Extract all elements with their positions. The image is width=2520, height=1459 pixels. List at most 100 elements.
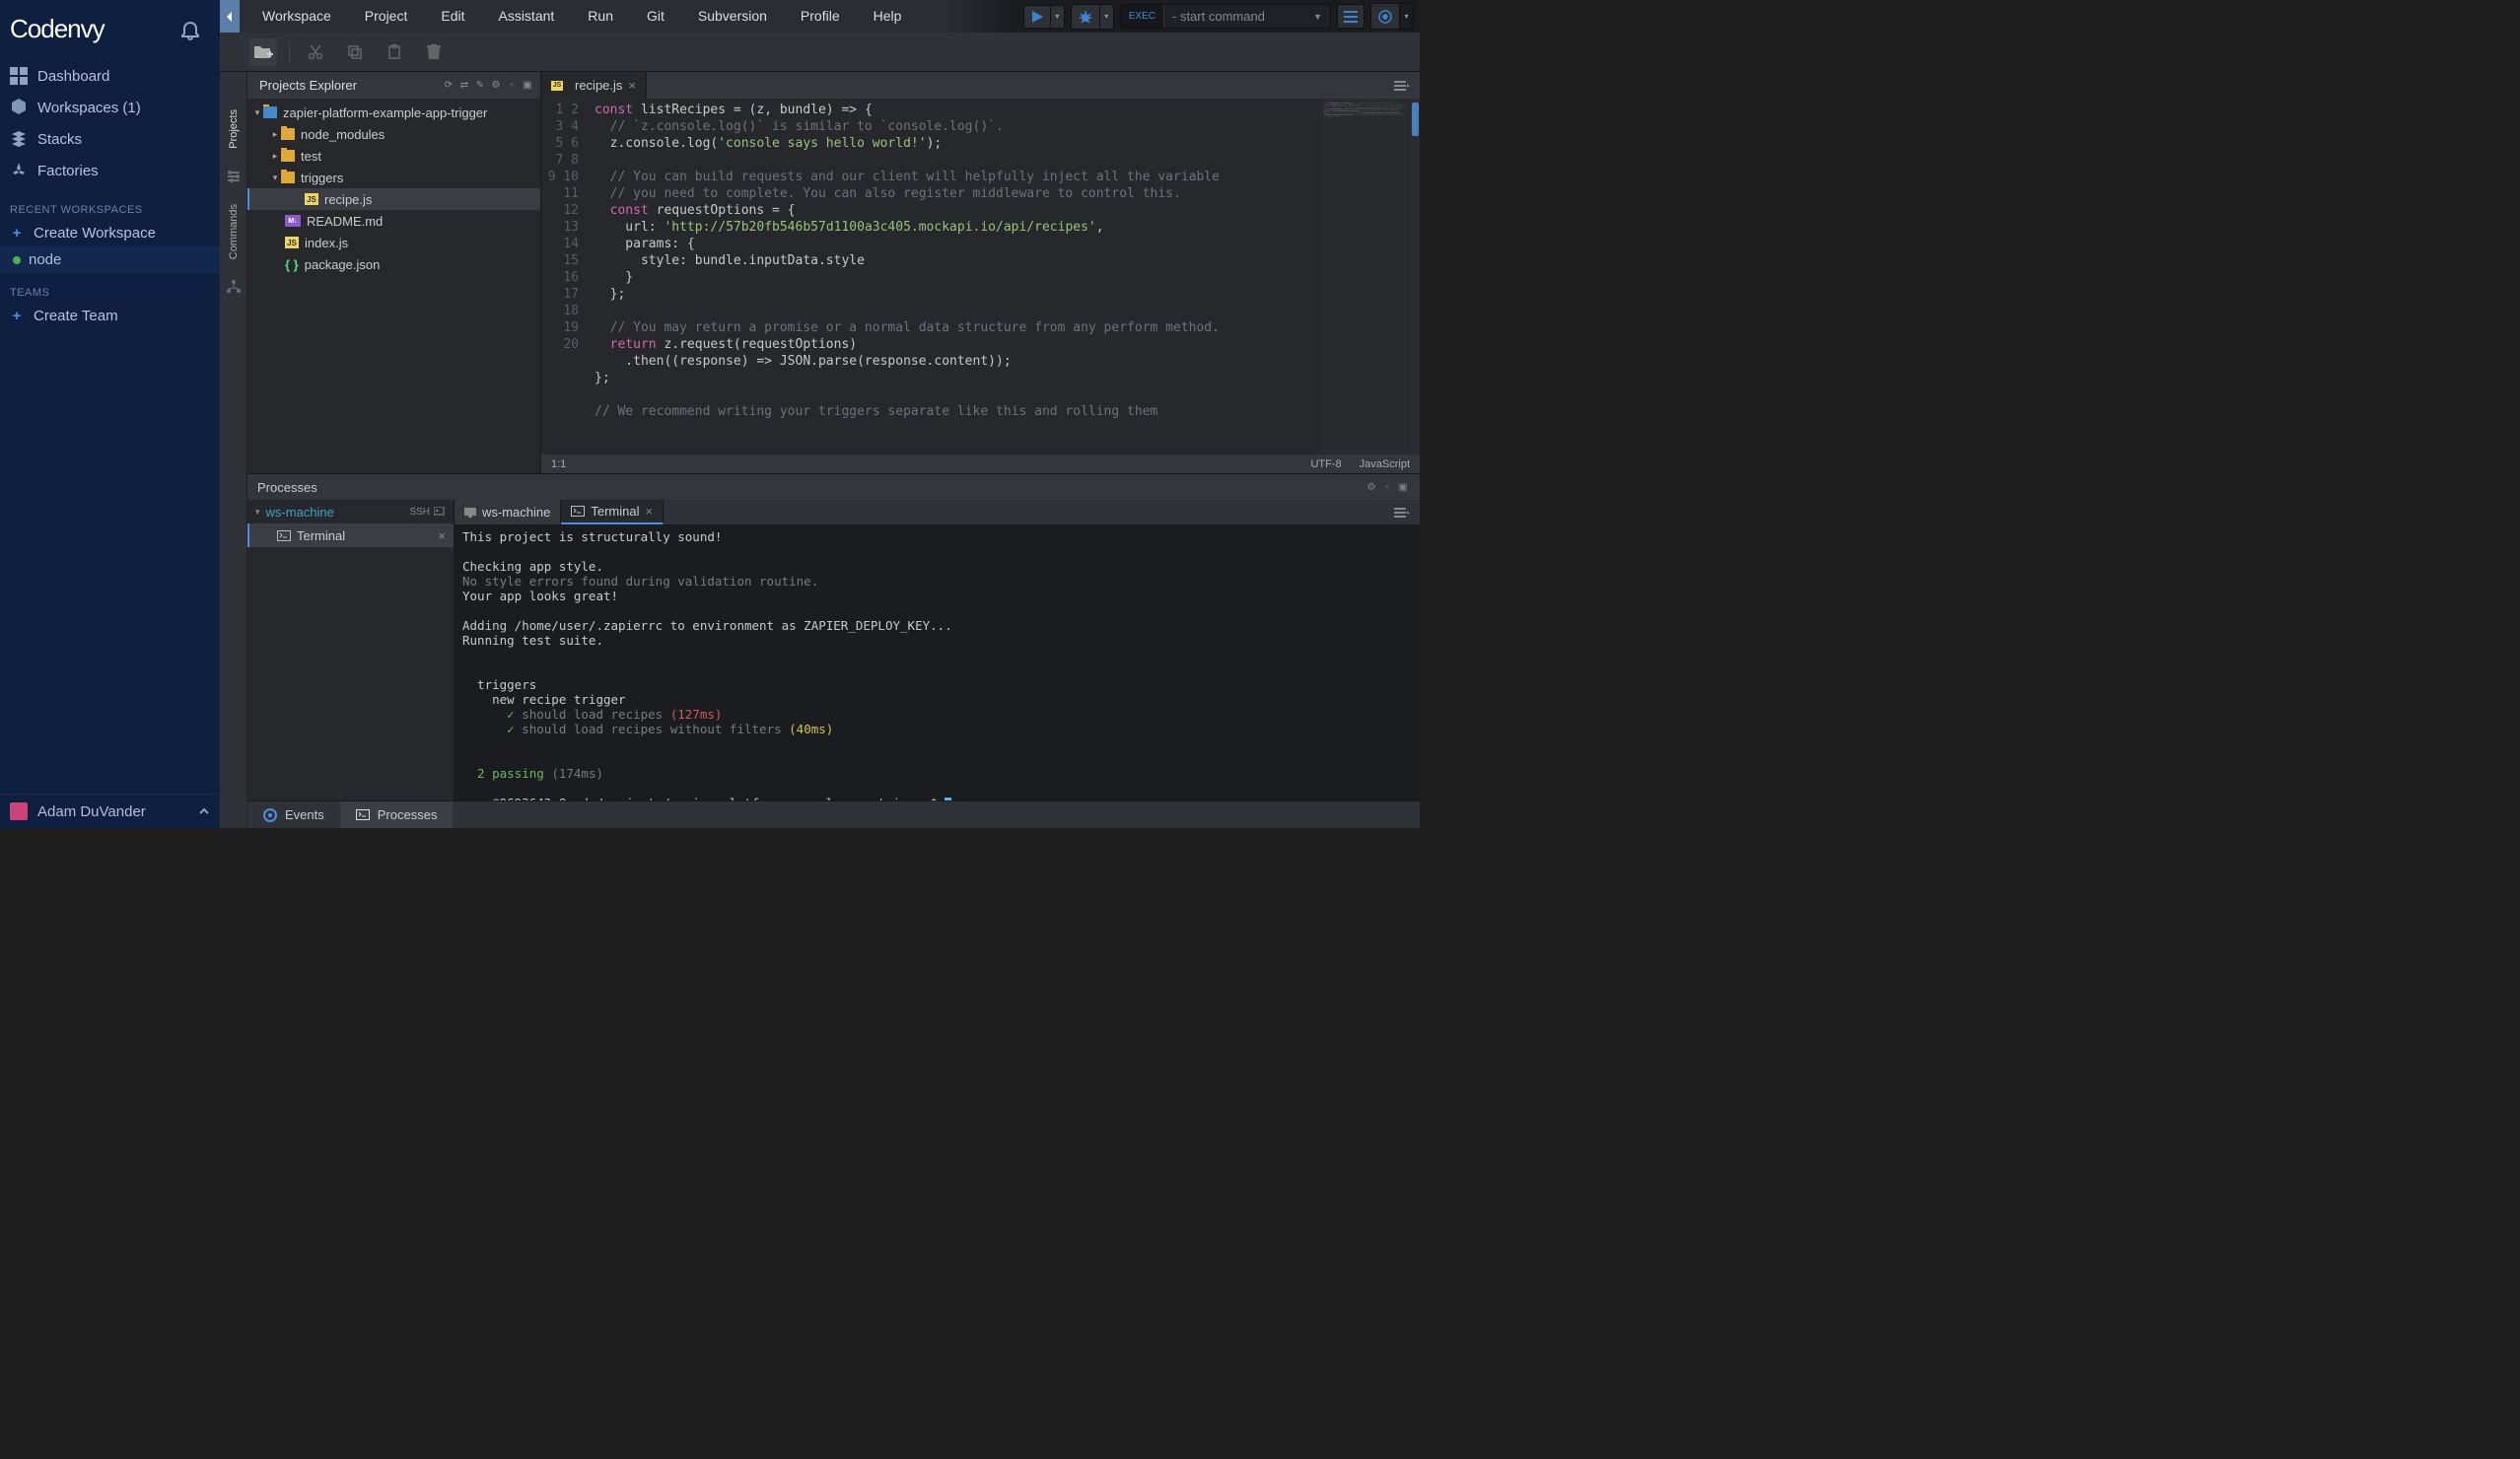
paste-button[interactable] [381, 38, 408, 66]
process-tab-menu[interactable] [1384, 500, 1420, 524]
menu-edit[interactable]: Edit [424, 0, 481, 33]
close-tab-icon[interactable]: × [628, 78, 636, 93]
run-dropdown[interactable]: ▾ [1050, 6, 1064, 28]
menu-subversion[interactable]: Subversion [681, 0, 784, 33]
tree-project-root[interactable]: ▾ zapier-platform-example-app-trigger [247, 102, 540, 123]
create-team-link[interactable]: + Create Team [0, 303, 220, 329]
events-icon [263, 808, 277, 822]
minimap[interactable]: const listRecipes = (z, bundle) => { // … [1320, 99, 1411, 454]
terminal-row[interactable]: Terminal × [247, 523, 454, 547]
brand-logo[interactable]: Codenvy [10, 14, 105, 44]
editor-tab-menu[interactable] [1384, 72, 1420, 99]
workbench: Projects Commands Projects Explorer ⟳ ⇄ … [220, 72, 1420, 828]
tab-label: recipe.js [575, 78, 622, 93]
tree-folder-triggers[interactable]: ▾ triggers [247, 167, 540, 188]
js-file-icon: JS [305, 193, 318, 205]
command-select[interactable]: - start command ▼ [1164, 5, 1330, 28]
nav-factories[interactable]: Factories [0, 155, 220, 186]
tree-file-recipe[interactable]: JS recipe.js [247, 188, 540, 210]
create-workspace-link[interactable]: + Create Workspace [0, 220, 220, 246]
side-tab-commands[interactable]: Commands [226, 196, 242, 267]
new-project-button[interactable] [249, 38, 277, 66]
tree-folder-node-modules[interactable]: ▸ node_modules [247, 123, 540, 145]
menu-run[interactable]: Run [571, 0, 630, 33]
delete-button[interactable] [420, 38, 448, 66]
file-encoding: UTF-8 [1310, 458, 1341, 470]
refresh-icon[interactable]: ⟳ [442, 79, 455, 93]
gear-icon[interactable]: ⚙ [489, 79, 503, 93]
project-name: zapier-platform-example-app-trigger [283, 105, 487, 120]
link-icon[interactable]: ✎ [473, 79, 487, 93]
nav-dashboard[interactable]: Dashboard [0, 60, 220, 92]
machine-row[interactable]: ▾ ws-machine SSH [247, 500, 454, 523]
code-content[interactable]: const listRecipes = (z, bundle) => { // … [589, 99, 1320, 454]
process-tab-terminal[interactable]: Terminal × [561, 500, 664, 524]
top-menu-bar: Workspace Project Edit Assistant Run Git… [220, 0, 1420, 33]
maximize-icon[interactable]: ▣ [1396, 480, 1410, 494]
user-footer[interactable]: Adam DuVander [0, 794, 220, 828]
editor-statusbar: 1:1 UTF-8 JavaScript [541, 454, 1420, 473]
folder-label: node_modules [301, 127, 385, 142]
list-view-button[interactable] [1337, 4, 1365, 29]
workspace-item-node[interactable]: node [0, 246, 220, 273]
new-terminal-icon[interactable] [434, 507, 446, 517]
menu-help[interactable]: Help [857, 0, 919, 33]
left-sidebar: Codenvy Dashboard Workspaces (1) Stacks … [0, 0, 220, 828]
tree-file-readme[interactable]: M↓ README.md [247, 210, 540, 232]
js-file-icon: JS [551, 81, 563, 91]
editor-body[interactable]: 1 2 3 4 5 6 7 8 9 10 11 12 13 14 15 16 1… [541, 99, 1420, 454]
scrollbar-thumb[interactable] [1412, 103, 1419, 136]
nav-label: Dashboard [37, 68, 109, 85]
chevron-down-icon: ▾ [269, 173, 281, 183]
nav-workspaces[interactable]: Workspaces (1) [0, 92, 220, 123]
minimize-icon[interactable]: ▫ [505, 79, 519, 93]
machine-icon [464, 508, 476, 518]
target-button[interactable] [1371, 4, 1399, 29]
gear-icon[interactable]: ⚙ [1365, 480, 1378, 494]
debug-button[interactable] [1072, 5, 1099, 29]
workspace-name: node [29, 251, 61, 268]
copy-button[interactable] [341, 38, 369, 66]
json-file-icon: { } [285, 257, 299, 272]
debug-dropdown[interactable]: ▾ [1099, 5, 1113, 29]
chevron-down-icon: ▾ [251, 107, 263, 118]
target-dropdown[interactable]: ▾ [1399, 4, 1413, 29]
editor-area: JS recipe.js × 1 2 3 4 5 6 7 8 9 10 11 1… [541, 72, 1420, 473]
side-tab-projects[interactable]: Projects [226, 102, 242, 157]
exec-tag: EXEC [1121, 5, 1164, 28]
projects-config-icon[interactable] [226, 169, 242, 184]
collapse-icon[interactable]: ⇄ [457, 79, 471, 93]
tree-file-index[interactable]: JS index.js [247, 232, 540, 253]
plus-icon: + [10, 308, 24, 324]
menu-project[interactable]: Project [348, 0, 425, 33]
target-control: ▾ [1370, 3, 1414, 30]
run-button[interactable] [1024, 6, 1050, 28]
footer-label: Processes [378, 807, 438, 822]
back-button[interactable] [220, 0, 240, 33]
process-tab-ws-machine[interactable]: ws-machine [455, 500, 561, 524]
commands-config-icon[interactable] [226, 279, 242, 295]
editor-tab-recipe[interactable]: JS recipe.js × [541, 72, 647, 99]
debug-control: ▾ [1071, 4, 1114, 30]
tree-folder-test[interactable]: ▸ test [247, 145, 540, 167]
notifications-icon[interactable] [178, 18, 202, 41]
close-icon[interactable]: × [645, 504, 653, 519]
menu-assistant[interactable]: Assistant [481, 0, 571, 33]
terminal-output[interactable]: This project is structurally sound! Chec… [455, 525, 1420, 800]
user-name: Adam DuVander [37, 803, 146, 820]
menu-workspace[interactable]: Workspace [245, 0, 348, 33]
footer-tab-events[interactable]: Events [247, 801, 340, 828]
minimize-icon[interactable]: ▫ [1380, 480, 1394, 494]
cut-button[interactable] [302, 38, 329, 66]
close-icon[interactable]: × [438, 528, 446, 543]
chevron-down-icon: ▾ [255, 507, 260, 518]
nav-stacks[interactable]: Stacks [0, 123, 220, 155]
footer-tab-processes[interactable]: Processes [340, 801, 454, 828]
menu-profile[interactable]: Profile [784, 0, 857, 33]
ssh-badge[interactable]: SSH [409, 507, 446, 518]
maximize-icon[interactable]: ▣ [521, 79, 534, 93]
vertical-scrollbar[interactable] [1411, 99, 1420, 454]
tree-file-package[interactable]: { } package.json [247, 253, 540, 275]
menu-git[interactable]: Git [630, 0, 681, 33]
file-language: JavaScript [1360, 458, 1410, 470]
